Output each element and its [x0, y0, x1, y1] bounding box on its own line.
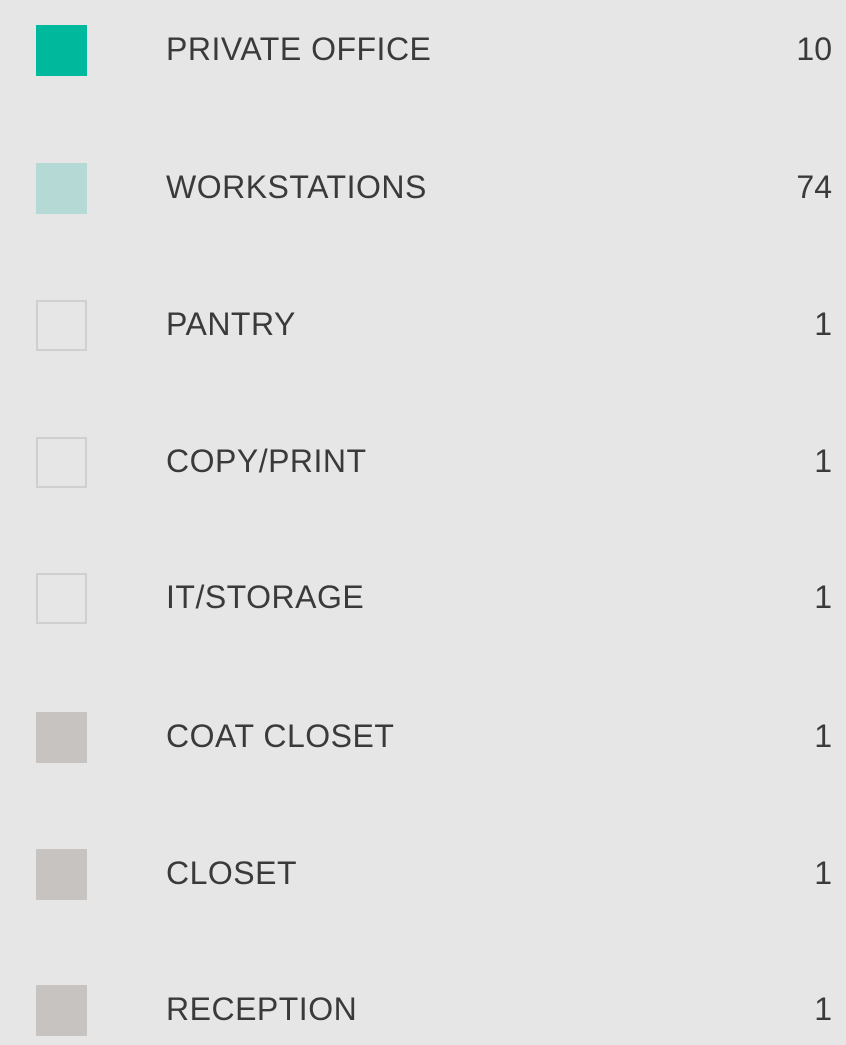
- legend-item-workstations: WORKSTATIONS 74: [0, 163, 846, 223]
- legend-item-count: 1: [814, 991, 832, 1027]
- legend-item-count: 1: [814, 579, 832, 615]
- legend-item-it-storage: IT/STORAGE 1: [0, 573, 846, 633]
- legend-item-label: COPY/PRINT: [166, 443, 367, 479]
- space-legend: PRIVATE OFFICE 10 WORKSTATIONS 74 PANTRY…: [0, 0, 846, 1044]
- legend-item-coat-closet: COAT CLOSET 1: [0, 712, 846, 772]
- legend-item-label: CLOSET: [166, 855, 298, 891]
- copy-print-swatch: [36, 437, 87, 488]
- legend-item-private-office: PRIVATE OFFICE 10: [0, 25, 846, 85]
- legend-item-pantry: PANTRY 1: [0, 300, 846, 360]
- legend-item-copy-print: COPY/PRINT 1: [0, 437, 846, 497]
- legend-item-count: 74: [796, 169, 832, 205]
- legend-item-label: PANTRY: [166, 306, 296, 342]
- legend-item-label: IT/STORAGE: [166, 579, 365, 615]
- legend-item-count: 10: [796, 31, 832, 67]
- legend-item-closet: CLOSET 1: [0, 849, 846, 909]
- legend-item-count: 1: [814, 443, 832, 479]
- legend-item-count: 1: [814, 718, 832, 754]
- legend-item-label: WORKSTATIONS: [166, 169, 427, 205]
- workstations-swatch: [36, 163, 87, 214]
- legend-item-count: 1: [814, 855, 832, 891]
- legend-item-label: PRIVATE OFFICE: [166, 31, 432, 67]
- legend-item-reception: RECEPTION 1: [0, 985, 846, 1045]
- it-storage-swatch: [36, 573, 87, 624]
- reception-swatch: [36, 985, 87, 1036]
- private-office-swatch: [36, 25, 87, 76]
- legend-item-count: 1: [814, 306, 832, 342]
- legend-item-label: COAT CLOSET: [166, 718, 395, 754]
- closet-swatch: [36, 849, 87, 900]
- coat-closet-swatch: [36, 712, 87, 763]
- legend-item-label: RECEPTION: [166, 991, 358, 1027]
- pantry-swatch: [36, 300, 87, 351]
